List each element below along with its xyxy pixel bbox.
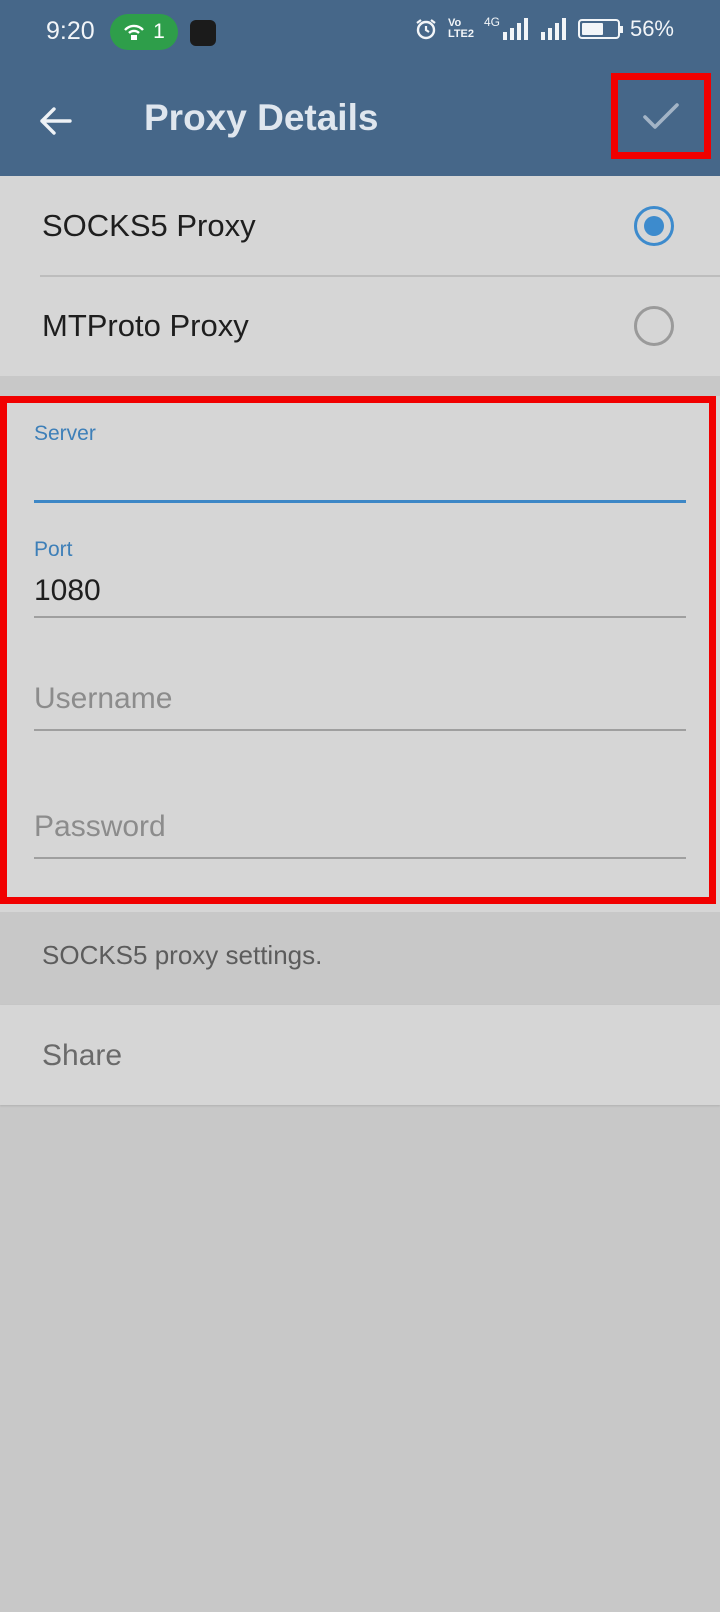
app-header: 9:20 1 Vo LTE2 4G 56% Proxy Details (0, 0, 720, 176)
battery-percent: 56% (629, 16, 674, 41)
back-button[interactable] (30, 96, 80, 146)
proxy-type-mtproto[interactable]: MTProto Proxy (0, 276, 720, 376)
check-icon (643, 103, 679, 129)
radio-button-selected[interactable] (634, 206, 674, 246)
proxy-type-list: SOCKS5 Proxy MTProto Proxy (0, 176, 720, 376)
share-button[interactable]: Share (0, 1005, 720, 1105)
signal-icon-sim1 (502, 18, 528, 40)
proxy-type-label: MTProto Proxy (42, 308, 249, 343)
share-label: Share (42, 1039, 123, 1072)
status-right-icons: Vo LTE2 4G 56% (414, 15, 674, 42)
volte-indicator: Vo LTE2 (447, 17, 475, 40)
battery-icon (577, 19, 623, 39)
app-notification-icon (190, 20, 216, 46)
arrow-left-icon (40, 107, 72, 135)
done-button[interactable] (611, 73, 711, 159)
status-time: 9:20 (46, 17, 95, 45)
hotspot-icon (124, 24, 145, 40)
page-title: Proxy Details (144, 97, 379, 138)
hotspot-indicator: 1 (110, 14, 178, 50)
network-type-label: 4G (483, 15, 500, 29)
radio-button-unselected[interactable] (634, 306, 674, 346)
status-bar: 9:20 1 Vo LTE2 4G 56% (0, 0, 720, 64)
hotspot-count: 1 (153, 20, 165, 43)
alarm-icon (416, 19, 436, 40)
signal-icon-sim2 (540, 18, 566, 40)
highlight-box (0, 396, 716, 904)
proxy-info-text: SOCKS5 proxy settings. (42, 940, 323, 970)
proxy-type-label: SOCKS5 Proxy (42, 208, 256, 243)
proxy-type-socks5[interactable]: SOCKS5 Proxy (0, 176, 720, 277)
